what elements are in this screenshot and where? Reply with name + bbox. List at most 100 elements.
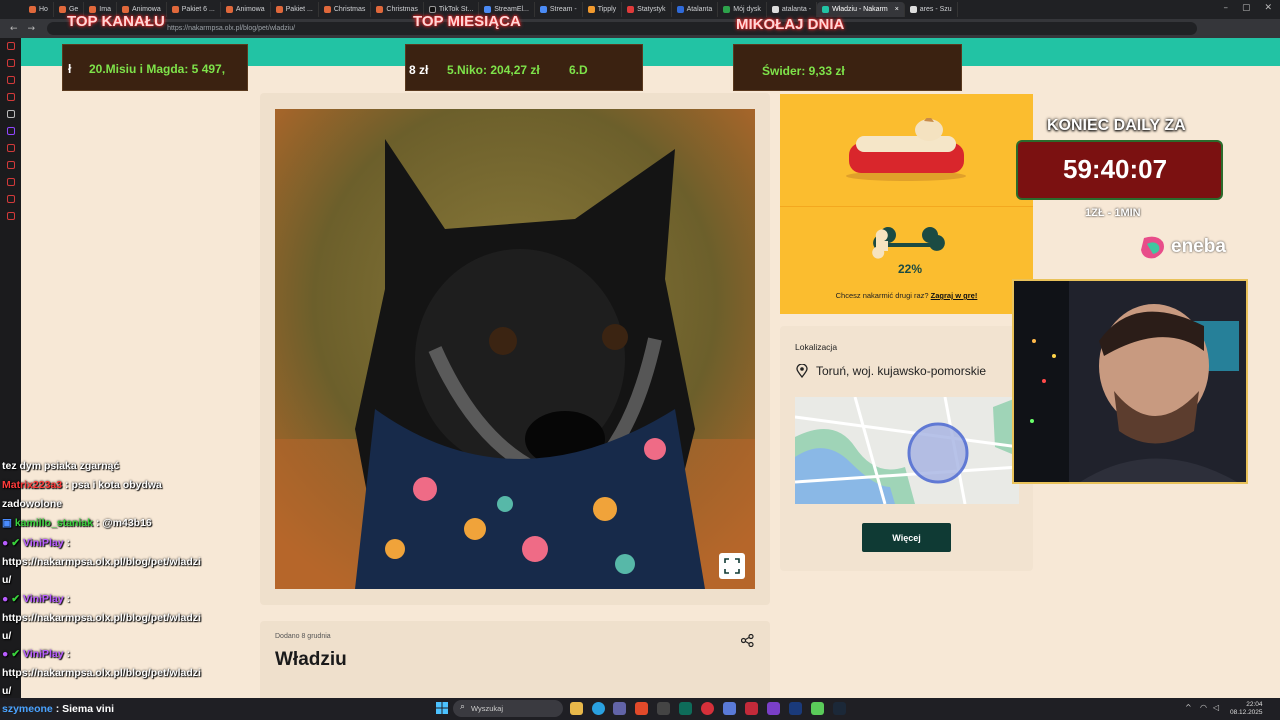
- tab-favicon-icon: [171, 6, 179, 13]
- chat-username: Matrix223a3: [2, 479, 63, 491]
- expand-icon: [724, 558, 740, 574]
- photoshop-icon[interactable]: [789, 702, 802, 715]
- teams-icon[interactable]: [613, 702, 626, 715]
- minimize-icon[interactable]: –: [1223, 3, 1228, 13]
- play-game-link[interactable]: Zagraj w grę!: [931, 291, 978, 300]
- tab-favicon-icon: [58, 6, 66, 13]
- sidebar-app-icon[interactable]: [6, 76, 15, 84]
- browser-tab-active[interactable]: Władziu - Nakarm ×: [817, 2, 905, 17]
- forward-icon[interactable]: →: [28, 24, 36, 34]
- edge-icon[interactable]: [592, 702, 605, 715]
- tab-favicon-icon: [323, 6, 331, 13]
- taskbar: szymeone : Siema vini Wyszukaj ⌕ ^ ◠ ◁ 2…: [0, 698, 1280, 720]
- app-icon[interactable]: [745, 702, 758, 715]
- twitch-icon[interactable]: [6, 127, 15, 135]
- feed-prompt: Chcesz nakarmić drugi raz? Zagraj w grę!: [780, 291, 1033, 300]
- tab-label: Christmas: [333, 6, 366, 13]
- top-channel-text-pre: ł: [68, 62, 72, 76]
- sidebar-app-icon[interactable]: [6, 212, 15, 220]
- chat-username: kamillo_staniak: [14, 517, 94, 529]
- windows-start-icon[interactable]: [436, 702, 448, 714]
- browser-tab[interactable]: Pakiet ...: [271, 2, 319, 17]
- tab-favicon-icon: [822, 6, 830, 13]
- mic-badge-icon: ●: [2, 537, 9, 549]
- badge-icon: ▣: [2, 517, 12, 529]
- santa-of-day-text: Świder: 9,33 zł: [762, 64, 845, 78]
- sidebar-app-icon[interactable]: [6, 178, 15, 186]
- sidebar-app-icon[interactable]: [6, 144, 15, 152]
- file-explorer-icon[interactable]: [570, 702, 583, 715]
- tray-chevron-icon[interactable]: ^: [1185, 703, 1192, 712]
- sidebar-app-icon[interactable]: [6, 42, 15, 50]
- tab-favicon-icon: [539, 6, 547, 13]
- browser-tab[interactable]: Mój dysk: [718, 2, 767, 17]
- browser-tab[interactable]: Ho: [24, 2, 54, 17]
- sidebar-app-icon[interactable]: [6, 59, 15, 67]
- more-button[interactable]: Więcej: [862, 523, 951, 552]
- tab-label: Christmas: [386, 6, 418, 13]
- tab-favicon-icon: [29, 6, 36, 13]
- webcam-image: [1014, 281, 1246, 482]
- location-address: Toruń, woj. kujawsko-pomorskie: [816, 364, 987, 378]
- chat-link: https://nakarmpsa.olx.pl/blog/pet/wladzi: [2, 667, 201, 679]
- mic-badge-icon: ●: [2, 593, 9, 605]
- tab-favicon-icon: [676, 6, 684, 13]
- wifi-icon[interactable]: ◠: [1200, 703, 1207, 712]
- app-icon[interactable]: [723, 702, 736, 715]
- browser-tab[interactable]: Animowa: [221, 2, 271, 17]
- tab-favicon-icon: [428, 6, 436, 13]
- tab-label: Ho: [39, 6, 48, 13]
- sidebar-app-icon[interactable]: [6, 195, 15, 203]
- browser-tab[interactable]: Pakiet 6 ...: [167, 2, 221, 17]
- close-icon[interactable]: ×: [895, 6, 899, 13]
- chat-message: ● ✔ ViniPlay :: [2, 648, 70, 660]
- back-icon[interactable]: ←: [10, 24, 18, 34]
- browser-tab[interactable]: Atalanta: [672, 2, 719, 17]
- taskbar-search[interactable]: Wyszukaj: [453, 700, 563, 717]
- chat-message: u/: [2, 685, 11, 697]
- tab-label: Stream -: [549, 6, 577, 13]
- app-icon[interactable]: [679, 702, 692, 715]
- volume-icon[interactable]: ◁: [1213, 703, 1219, 712]
- sidebar-app-icon[interactable]: [6, 161, 15, 169]
- browser-tab[interactable]: atalanta -: [767, 2, 818, 17]
- top-month-title: TOP MIESIĄCA: [413, 13, 521, 30]
- chat-message: zadowolone: [2, 498, 62, 510]
- verified-badge-icon: ✔: [11, 593, 21, 605]
- webcam-overlay: [1012, 279, 1248, 484]
- browser-tab[interactable]: ares - Szu: [905, 2, 958, 17]
- tab-label: Ima: [99, 6, 111, 13]
- mic-badge-icon: ●: [2, 648, 9, 660]
- top-month-text-pre: 8 zł: [409, 63, 429, 77]
- opera-icon[interactable]: [701, 702, 714, 715]
- browser-tab[interactable]: Tipply: [583, 2, 623, 17]
- tab-label: Pakiet 6 ...: [181, 6, 215, 13]
- browser-tab[interactable]: Statystyk: [622, 2, 672, 17]
- tab-favicon-icon: [723, 6, 731, 13]
- tab-label: Animowa: [131, 6, 161, 13]
- maximize-icon[interactable]: ▢: [1242, 3, 1251, 13]
- tab-label: atalanta -: [781, 6, 812, 13]
- fullscreen-button[interactable]: [719, 553, 745, 579]
- window-controls: – ▢ ✕: [1223, 3, 1272, 13]
- app-icon[interactable]: [767, 702, 780, 715]
- address-bar[interactable]: https://nakarmpsa.olx.pl/blog/pet/wladzi…: [47, 22, 1198, 35]
- location-map[interactable]: [795, 397, 1019, 504]
- chat-text: :: [66, 593, 71, 605]
- steam-icon[interactable]: [833, 702, 846, 715]
- chat-text: :: [66, 537, 71, 549]
- tab-favicon-icon: [909, 6, 917, 13]
- app-icon[interactable]: [635, 702, 648, 715]
- sidebar-app-icon[interactable]: [6, 110, 15, 118]
- system-clock[interactable]: 22:04 08.12.2025: [1230, 701, 1263, 717]
- close-window-icon[interactable]: ✕: [1264, 3, 1272, 13]
- browser-tab[interactable]: Christmas: [319, 2, 372, 17]
- capcut-icon[interactable]: [657, 702, 670, 715]
- sidebar-app-icon[interactable]: [6, 93, 15, 101]
- app-icon[interactable]: [811, 702, 824, 715]
- chat-message: ● ✔ ViniPlay :: [2, 593, 70, 605]
- share-button[interactable]: [740, 632, 754, 651]
- browser-tab[interactable]: Stream -: [535, 2, 583, 17]
- pet-photo[interactable]: [275, 109, 755, 589]
- tab-favicon-icon: [275, 6, 283, 13]
